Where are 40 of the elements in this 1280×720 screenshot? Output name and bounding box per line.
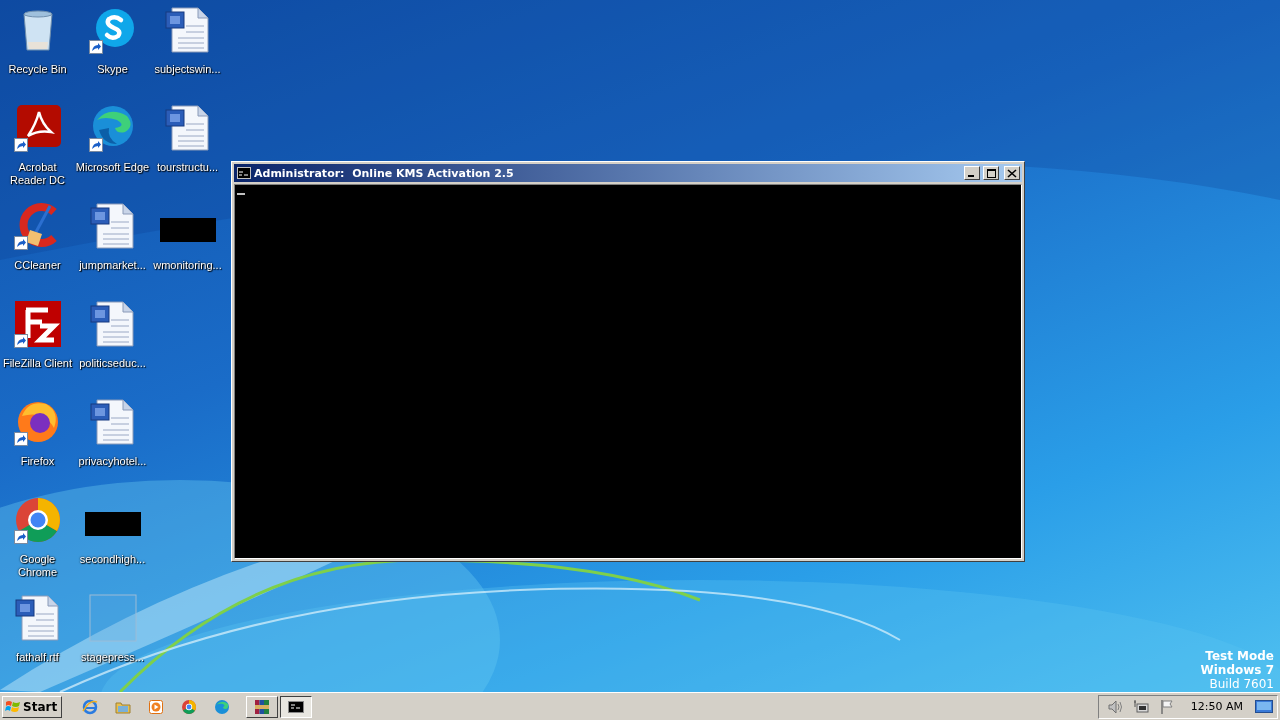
speaker-icon <box>1106 698 1123 715</box>
close-button[interactable] <box>1004 166 1020 180</box>
network-icon <box>1132 698 1149 715</box>
text-cursor <box>237 193 245 195</box>
icon-label[interactable]: wmonitoring... <box>153 259 222 272</box>
icon-label[interactable]: Skype <box>97 63 128 76</box>
maximize-icon <box>986 168 996 178</box>
console-icon <box>237 167 251 179</box>
show-desktop-icon <box>1255 699 1273 714</box>
icon-label[interactable]: Google Chrome <box>0 553 75 579</box>
icon-label[interactable]: Microsoft Edge <box>75 161 150 174</box>
minimize-button[interactable] <box>964 166 980 180</box>
icon-label[interactable]: secondhigh... <box>79 553 146 566</box>
start-button[interactable]: Start <box>2 695 63 718</box>
icon-label[interactable]: subjectswin... <box>154 63 221 76</box>
test-mode-notice: Test Mode <box>1205 649 1274 663</box>
windows-logo-icon <box>5 698 21 715</box>
icon-label[interactable]: tourstructu... <box>156 161 219 174</box>
icon-label[interactable]: CCleaner <box>14 259 61 272</box>
icon-label[interactable]: politicseduc... <box>79 357 146 370</box>
icon-label[interactable]: Acrobat Reader DC <box>0 161 75 187</box>
books-icon <box>254 698 271 715</box>
edge-icon <box>214 698 231 715</box>
icon-label[interactable]: privacyhotel... <box>78 455 147 468</box>
ie-icon <box>82 698 99 715</box>
maximize-button[interactable] <box>983 166 999 180</box>
window-title: Administrator: Online KMS Activation 2.5 <box>254 166 515 180</box>
icon-label[interactable]: FileZilla Client <box>2 357 73 370</box>
test-mode-notice: Windows 7 <box>1200 663 1274 677</box>
console-icon <box>288 698 305 715</box>
close-icon <box>1008 169 1016 177</box>
flag-icon <box>1158 698 1175 715</box>
media-player-icon <box>148 698 165 715</box>
clock[interactable]: 12:50 AM <box>1190 700 1243 713</box>
test-mode-notice: Build 7601 <box>1209 677 1274 691</box>
icon-label[interactable]: Firefox <box>20 455 55 468</box>
taskbar-button[interactable] <box>280 695 313 718</box>
icon-label[interactable]: Recycle Bin <box>8 63 67 76</box>
icon-label[interactable]: jumpmarket... <box>79 259 146 272</box>
chrome-icon <box>181 698 198 715</box>
